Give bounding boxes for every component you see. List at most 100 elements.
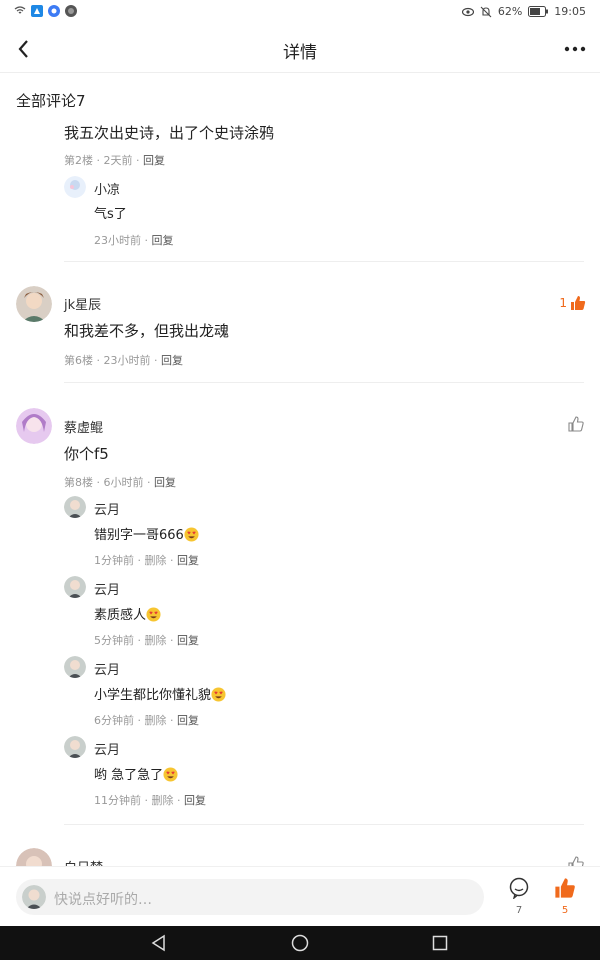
reply-text-content: 哟 急了急了 [94,768,164,783]
thumbs-up-icon [555,878,575,898]
divider [64,382,584,383]
battery-percent: 62% [497,5,523,18]
reply-text: 哟 急了急了 [94,764,178,783]
comment-time: 2天前 [103,154,133,167]
reply-link[interactable]: 回复 [154,476,176,489]
thumbs-up-icon[interactable] [568,416,584,432]
reply-text: 素质感人 [94,604,161,623]
divider [64,824,584,825]
reply-link[interactable]: 回复 [152,234,174,247]
heart-eyes-emoji-icon [163,767,178,782]
reply-link[interactable]: 回复 [161,354,183,367]
page-title: 详情 [283,43,317,63]
system-nav-bar [0,926,600,960]
delete-link[interactable]: 删除 [152,794,174,807]
thumbs-up-icon [571,296,586,310]
avatar[interactable] [16,848,52,866]
reply-meta: 6分钟前 · 删除 · 回复 [94,714,199,727]
status-icons-left [14,5,77,17]
reply-text-content: 错别字一哥666 [94,528,184,543]
reply-text: 小学生都比你懂礼貌 [94,684,226,703]
like-count: 1 [559,296,567,310]
comment-bubble-icon [509,877,529,900]
comment-username[interactable]: jk星辰 [64,294,101,313]
reply-username[interactable]: 云月 [94,499,120,518]
comment-time: 6小时前 [103,476,144,489]
reply-meta: 23小时前 · 回复 [94,234,174,247]
comment-list[interactable]: 我五次出史诗，出了个史诗涂鸦 第2楼 · 2天前 · 回复 小凉 气s了 23小… [0,118,600,866]
comment-button[interactable]: 7 [504,877,534,916]
avatar[interactable] [64,496,86,518]
clock: 19:05 [554,5,586,18]
status-icons-right: 62% 19:05 [461,5,586,18]
nav-home-icon[interactable] [291,934,309,952]
like-count: 5 [561,905,569,916]
more-dots-icon[interactable] [562,36,588,62]
avatar [22,885,46,909]
nav-recents-icon[interactable] [431,934,449,952]
nav-back-icon[interactable] [150,934,168,952]
heart-eyes-emoji-icon [146,607,161,622]
comments-header: 全部评论7 [16,92,86,110]
comment-input[interactable]: 快说点好听的… [16,879,484,915]
comment-text: 和我差不多，但我出龙魂 [64,322,230,340]
reply-time: 11分钟前 [94,794,141,807]
reply-link[interactable]: 回复 [184,794,206,807]
mute-bell-icon [480,6,492,17]
reply-text-content: 小学生都比你懂礼貌 [94,688,212,703]
top-bar: 详情 [0,26,600,73]
thumbs-up-icon[interactable] [568,856,584,866]
reply-meta: 1分钟前 · 删除 · 回复 [94,554,199,567]
status-bar: 62% 19:05 [0,0,600,26]
comment-floor: 第2楼 [64,154,93,167]
comment-meta: 第8楼 · 6小时前 · 回复 [64,476,176,489]
comment-text: 我五次出史诗，出了个史诗涂鸦 [64,124,275,142]
reply-link[interactable]: 回复 [177,634,199,647]
comment-count: 7 [515,905,523,916]
reply-text-content: 素质感人 [94,608,147,623]
avatar[interactable] [64,576,86,598]
reply-time: 1分钟前 [94,554,134,567]
app-icon-2 [48,5,60,17]
comment-time: 23小时前 [103,354,151,367]
comment-meta: 第2楼 · 2天前 · 回复 [64,154,165,167]
comment-meta: 第6楼 · 23小时前 · 回复 [64,354,183,367]
eye-icon [461,7,474,16]
reply-meta: 5分钟前 · 删除 · 回复 [94,634,199,647]
comment-floor: 第6楼 [64,354,93,367]
avatar[interactable] [16,286,52,322]
like-post-button[interactable]: 5 [550,877,580,916]
avatar[interactable] [64,176,86,198]
app-icon-3 [65,5,77,17]
app-icon [31,5,43,17]
comment-input-placeholder: 快说点好听的… [54,892,152,908]
reply-link[interactable]: 回复 [143,154,165,167]
avatar[interactable] [64,656,86,678]
reply-meta: 11分钟前 · 删除 · 回复 [94,794,206,807]
reply-username[interactable]: 小凉 [94,179,120,198]
bottom-bar: 快说点好听的… 7 5 [0,866,600,927]
reply-time: 5分钟前 [94,634,134,647]
comment-username[interactable]: 白日梦 [64,857,103,866]
delete-link[interactable]: 删除 [145,714,167,727]
reply-link[interactable]: 回复 [177,714,199,727]
reply-username[interactable]: 云月 [94,579,120,598]
reply-text: 错别字一哥666 [94,524,199,543]
wifi-icon [14,6,26,14]
reply-time: 23小时前 [94,234,141,247]
avatar[interactable] [64,736,86,758]
comment-username[interactable]: 蔡虚鲲 [64,417,103,436]
like-button[interactable]: 1 [559,295,586,311]
reply-link[interactable]: 回复 [177,554,199,567]
comment-floor: 第8楼 [64,476,93,489]
reply-username[interactable]: 云月 [94,659,120,678]
delete-link[interactable]: 删除 [145,554,167,567]
avatar[interactable] [16,408,52,444]
reply-username[interactable]: 云月 [94,739,120,758]
heart-eyes-emoji-icon [211,687,226,702]
battery-icon [528,6,549,17]
delete-link[interactable]: 删除 [145,634,167,647]
reply-time: 6分钟前 [94,714,134,727]
heart-eyes-emoji-icon [184,527,199,542]
divider [64,261,584,262]
